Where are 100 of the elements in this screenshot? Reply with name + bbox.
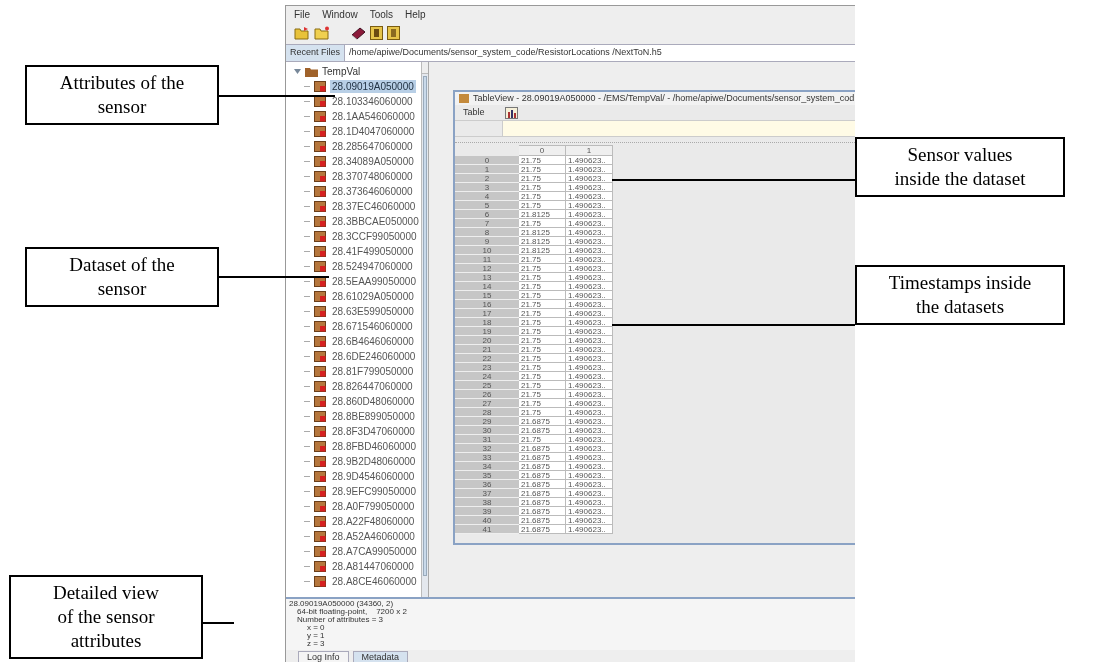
row-header: 39 bbox=[455, 507, 519, 516]
row-header: 2 bbox=[455, 174, 519, 183]
open-folder-icon[interactable] bbox=[294, 26, 310, 40]
row-header: 21 bbox=[455, 345, 519, 354]
document-icon[interactable] bbox=[370, 26, 383, 40]
tree-item[interactable]: 28.8FBD46060000 bbox=[330, 440, 418, 453]
expand-toggle-icon[interactable] bbox=[294, 68, 301, 75]
row-header: 20 bbox=[455, 336, 519, 345]
dataset-icon bbox=[314, 366, 326, 377]
tree-item[interactable]: 28.370748060000 bbox=[330, 170, 415, 183]
tree-item[interactable]: 28.671546060000 bbox=[330, 320, 415, 333]
scrollbar[interactable] bbox=[420, 62, 428, 597]
tree-item[interactable]: 28.A8CE46060000 bbox=[330, 575, 419, 588]
tab[interactable]: Metadata bbox=[352, 651, 409, 662]
tree-item[interactable]: 28.3CCF99050000 bbox=[330, 230, 419, 243]
new-folder-icon[interactable] bbox=[314, 26, 330, 40]
dataset-icon bbox=[314, 141, 326, 152]
attribute-text: y = 1 bbox=[306, 632, 326, 640]
tree-item[interactable]: 28.41F499050000 bbox=[330, 245, 416, 258]
menu-item[interactable]: Window bbox=[322, 6, 358, 22]
row-header: 6 bbox=[455, 210, 519, 219]
tree-item[interactable]: 28.6DE246060000 bbox=[330, 350, 418, 363]
menu-item[interactable]: Tools bbox=[369, 6, 394, 22]
tree-item[interactable]: 28.8BE899050000 bbox=[330, 410, 417, 423]
book-icon[interactable] bbox=[350, 25, 366, 41]
row-header: 7 bbox=[455, 219, 519, 228]
tree-item[interactable]: 28.A7CA99050000 bbox=[330, 545, 419, 558]
recent-files-label: Recent Files bbox=[286, 45, 346, 61]
tree-item[interactable]: 28.3BBCAE050000 bbox=[330, 215, 421, 228]
tree-item[interactable]: 28.285647060000 bbox=[330, 140, 415, 153]
column-header[interactable]: 1 bbox=[566, 145, 613, 156]
column-header[interactable]: 0 bbox=[519, 145, 566, 156]
tree-item[interactable]: 28.9B2D48060000 bbox=[330, 455, 418, 468]
callout-box: Sensor values inside the dataset bbox=[855, 137, 1065, 197]
callout-box: Dataset of the sensor bbox=[25, 247, 219, 307]
dataset-icon bbox=[314, 306, 326, 317]
dataset-icon bbox=[314, 261, 326, 272]
dataset-icon bbox=[314, 561, 326, 572]
tree-item[interactable]: 28.A52A46060000 bbox=[330, 530, 417, 543]
dataset-icon bbox=[314, 156, 326, 167]
tree-item[interactable]: 28.1D4047060000 bbox=[330, 125, 417, 138]
tree-item[interactable]: 28.9D4546060000 bbox=[330, 470, 417, 483]
leader-line bbox=[202, 622, 235, 624]
tree-item[interactable]: 28.826447060000 bbox=[330, 380, 415, 393]
cell-value-field[interactable] bbox=[503, 121, 855, 136]
recent-files-field[interactable]: /home/apiwe/Documents/sensor_system_code/ResistorLocations /NextToN.h5 bbox=[345, 45, 855, 61]
dataset-icon bbox=[314, 381, 326, 392]
row-header: 16 bbox=[455, 300, 519, 309]
tree-item[interactable]: 28.61029A050000 bbox=[330, 290, 416, 303]
row-header: 37 bbox=[455, 489, 519, 498]
tree-item[interactable]: TempVal bbox=[322, 64, 361, 79]
menu-item[interactable]: Table bbox=[463, 105, 485, 120]
row-header: 10 bbox=[455, 246, 519, 255]
row-header: 9 bbox=[455, 237, 519, 246]
dataset-icon bbox=[314, 486, 326, 497]
tree-item[interactable]: 28.A81447060000 bbox=[330, 560, 416, 573]
row-header: 5 bbox=[455, 201, 519, 210]
row-header: 41 bbox=[455, 525, 519, 534]
tree-item[interactable]: 28.81F799050000 bbox=[330, 365, 416, 378]
callout-box: Detailed view of the sensor attributes bbox=[9, 575, 203, 659]
dataset-icon bbox=[314, 531, 326, 542]
menu-item[interactable]: File bbox=[294, 6, 311, 22]
dataset-icon bbox=[314, 441, 326, 452]
row-header: 35 bbox=[455, 471, 519, 480]
row-header: 34 bbox=[455, 462, 519, 471]
info-text: 28.09019A050000 (34360, 2) bbox=[289, 600, 395, 608]
tree-item[interactable]: 28.373646060000 bbox=[330, 185, 415, 198]
tree-item[interactable]: 28.63E599050000 bbox=[330, 305, 416, 318]
document-icon[interactable] bbox=[387, 26, 400, 40]
info-text: 64-bit floating-point, 7200 x 2 bbox=[296, 608, 408, 616]
dataset-icon bbox=[314, 96, 326, 107]
tree-item[interactable]: 28.524947060000 bbox=[330, 260, 415, 273]
dataset-icon bbox=[314, 81, 326, 92]
row-header: 12 bbox=[455, 264, 519, 273]
dataset-icon bbox=[314, 576, 326, 587]
dataset-icon bbox=[314, 201, 326, 212]
row-header: 27 bbox=[455, 399, 519, 408]
tree-item[interactable]: 28.8F3D47060000 bbox=[330, 425, 417, 438]
row-header: 18 bbox=[455, 318, 519, 327]
chart-icon[interactable] bbox=[504, 106, 518, 119]
tree-item[interactable]: 28.103346060000 bbox=[330, 95, 415, 108]
row-header: 11 bbox=[455, 255, 519, 264]
dataset-icon bbox=[314, 291, 326, 302]
tree-item[interactable]: 28.9EFC99050000 bbox=[330, 485, 418, 498]
tree-item[interactable]: 28.A0F799050000 bbox=[330, 500, 417, 513]
dataset-icon bbox=[314, 471, 326, 482]
tree-item[interactable]: 28.34089A050000 bbox=[330, 155, 416, 168]
menu-item[interactable]: Help bbox=[405, 6, 426, 22]
tree-item[interactable]: 28.09019A050000 bbox=[330, 80, 416, 93]
tree-item[interactable]: 28.1AA546060000 bbox=[330, 110, 417, 123]
tree-item[interactable]: 28.37EC46060000 bbox=[330, 200, 418, 213]
table-cell: 1.490623.. bbox=[566, 525, 613, 534]
tree-item[interactable]: 28.A22F48060000 bbox=[330, 515, 417, 528]
tab[interactable]: Log Info bbox=[298, 651, 349, 662]
row-header: 28 bbox=[455, 408, 519, 417]
tree-item[interactable]: 28.860D48060000 bbox=[330, 395, 417, 408]
dataset-icon bbox=[314, 456, 326, 467]
dataset-icon bbox=[314, 171, 326, 182]
tree-item[interactable]: 28.6B4646060000 bbox=[330, 335, 416, 348]
tree-item[interactable]: 28.5EAA99050000 bbox=[330, 275, 418, 288]
